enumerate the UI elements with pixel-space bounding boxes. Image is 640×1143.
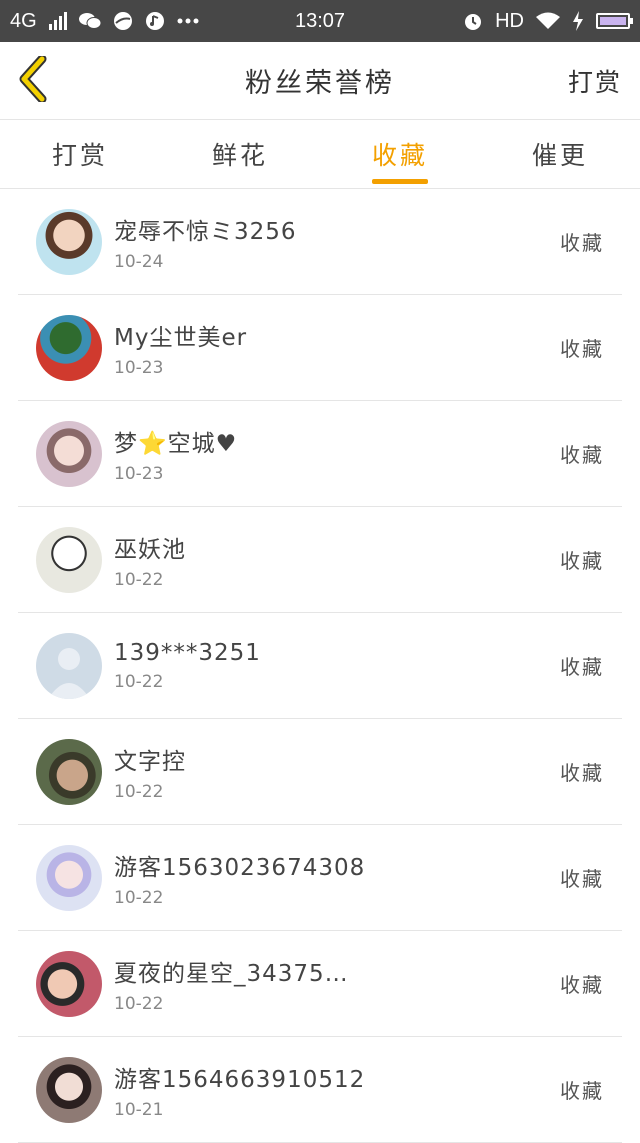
list-item[interactable]: 梦⭐空城♥ 10-23 收藏: [18, 401, 622, 507]
music-icon: [145, 11, 165, 31]
fan-list: 宠辱不惊ミ3256 10-24 收藏 My尘世美er 10-23 收藏 梦⭐空城…: [0, 189, 640, 1143]
list-item[interactable]: 巫妖池 10-22 收藏: [18, 507, 622, 613]
list-item[interactable]: My尘世美er 10-23 收藏: [18, 295, 622, 401]
list-item[interactable]: 游客1564663910512 10-21 收藏: [18, 1037, 622, 1143]
favorite-label: 收藏: [560, 443, 604, 467]
tab-favorites[interactable]: 收藏: [320, 120, 480, 188]
favorite-date: 10-22: [114, 569, 164, 590]
list-item[interactable]: 宠辱不惊ミ3256 10-24 收藏: [18, 189, 622, 295]
list-item[interactable]: 游客1563023674308 10-22 收藏: [18, 825, 622, 931]
avatar: [36, 632, 102, 699]
user-name: 文字控: [114, 748, 186, 775]
user-name: 夏夜的星空_34375…: [114, 960, 349, 987]
battery-icon: [596, 13, 633, 29]
tab-flowers[interactable]: 鲜花: [160, 120, 320, 188]
favorite-date: 10-21: [114, 1099, 164, 1120]
list-item[interactable]: 139***3251 10-22 收藏: [18, 613, 622, 719]
hd-label: HD: [495, 9, 524, 32]
avatar: [36, 844, 102, 911]
favorite-date: 10-23: [114, 463, 164, 484]
network-label: 4G: [10, 9, 37, 32]
avatar: [36, 1056, 102, 1123]
user-name: 巫妖池: [114, 536, 186, 563]
user-name: 梦⭐空城♥: [114, 430, 238, 457]
alarm-icon: [463, 11, 483, 31]
favorite-label: 收藏: [560, 761, 604, 785]
browser-icon: [113, 11, 133, 31]
user-name: 游客1564663910512: [114, 1066, 366, 1093]
favorite-date: 10-23: [114, 357, 164, 378]
status-right: HD: [463, 9, 633, 33]
default-avatar-icon: [48, 647, 90, 699]
user-name: My尘世美er: [114, 324, 248, 351]
list-item[interactable]: 文字控 10-22 收藏: [18, 719, 622, 825]
avatar: [36, 950, 102, 1017]
user-name: 宠辱不惊ミ3256: [114, 218, 297, 245]
reward-button[interactable]: 打赏: [568, 63, 622, 99]
back-button[interactable]: [18, 54, 58, 106]
chevron-left-icon: [18, 54, 48, 106]
wechat-icon: [78, 12, 101, 30]
avatar: [36, 314, 102, 381]
user-name: 139***3251: [114, 639, 261, 666]
favorite-label: 收藏: [560, 867, 604, 891]
favorite-label: 收藏: [560, 973, 604, 997]
wifi-icon: [536, 12, 560, 30]
favorite-label: 收藏: [560, 337, 604, 361]
avatar: [36, 738, 102, 805]
favorite-date: 10-22: [114, 993, 164, 1014]
avatar: [36, 420, 102, 487]
list-item[interactable]: 夏夜的星空_34375… 10-22 收藏: [18, 931, 622, 1037]
favorite-label: 收藏: [560, 231, 604, 255]
favorite-label: 收藏: [560, 1079, 604, 1103]
signal-icon: [48, 12, 67, 30]
favorite-date: 10-22: [114, 887, 164, 908]
page-title: 粉丝荣誉榜: [245, 68, 395, 99]
status-bar: 4G 13:07 HD: [0, 0, 640, 42]
more-dots-icon: [177, 18, 199, 24]
favorite-date: 10-22: [114, 671, 164, 692]
favorite-date: 10-24: [114, 251, 164, 272]
avatar: [36, 208, 102, 275]
status-left: 4G: [10, 10, 199, 33]
header: 粉丝荣誉榜 打赏: [0, 42, 640, 120]
avatar: [36, 526, 102, 593]
user-name: 游客1563023674308: [114, 854, 366, 881]
favorite-label: 收藏: [560, 549, 604, 573]
tab-urge-update[interactable]: 催更: [480, 120, 640, 188]
favorite-label: 收藏: [560, 655, 604, 679]
favorite-date: 10-22: [114, 781, 164, 802]
charging-icon: [572, 11, 584, 31]
tab-bar: 打赏 鲜花 收藏 催更: [0, 120, 640, 189]
tab-reward[interactable]: 打赏: [0, 120, 160, 188]
